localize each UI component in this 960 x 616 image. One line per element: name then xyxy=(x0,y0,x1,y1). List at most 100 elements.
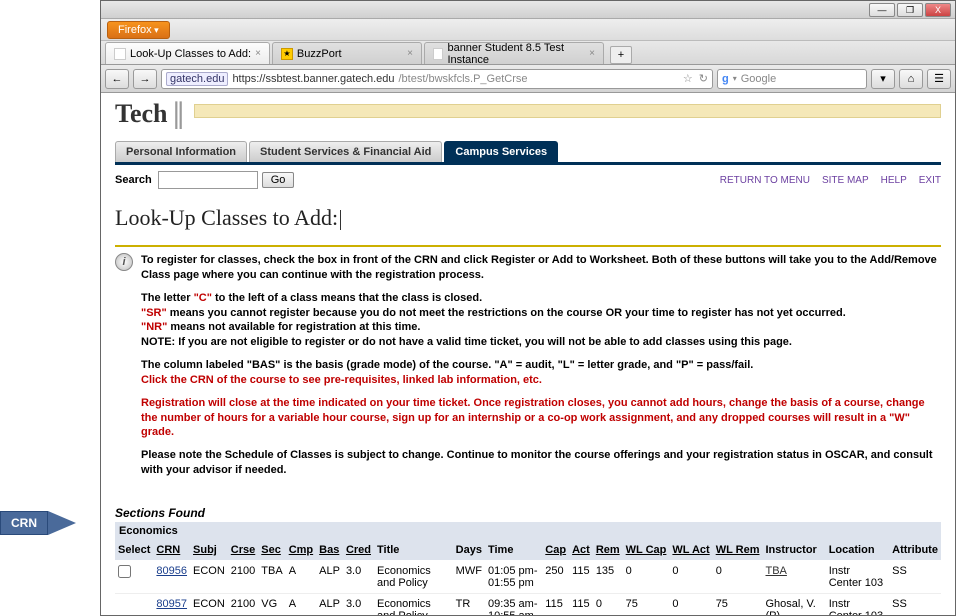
col-cap[interactable]: Cap xyxy=(542,540,569,561)
tab-strip: Look-Up Classes to Add: × ★ BuzzPort × b… xyxy=(101,41,955,65)
cell-subj: ECON xyxy=(190,593,228,615)
tab-title: banner Student 8.5 Test Instance xyxy=(447,42,585,66)
results-table: Select CRN Subj Crse Sec Cmp Bas Cred Ti… xyxy=(115,540,941,615)
col-cmp[interactable]: Cmp xyxy=(286,540,316,561)
tab-personal-info[interactable]: Personal Information xyxy=(115,141,247,162)
annotation-label: CRN xyxy=(0,511,48,535)
col-instructor: Instructor xyxy=(763,540,826,561)
cell-location: Instr Center 103 xyxy=(826,593,889,615)
subject-heading: Economics xyxy=(115,522,941,540)
window-close[interactable]: X xyxy=(925,3,951,17)
cell-location: Instr Center 103 xyxy=(826,560,889,593)
link-site-map[interactable]: SITE MAP xyxy=(822,175,869,186)
info-bas: The column labeled "BAS" is the basis (g… xyxy=(141,358,941,388)
cell-crse: 2100 xyxy=(228,560,258,593)
banner-stripe xyxy=(194,104,942,118)
col-wlcap[interactable]: WL Cap xyxy=(623,540,670,561)
tab-buzzport[interactable]: ★ BuzzPort × xyxy=(272,42,422,64)
google-icon: g xyxy=(722,73,729,85)
col-crse[interactable]: Crse xyxy=(228,540,258,561)
link-return-to-menu[interactable]: RETURN TO MENU xyxy=(720,175,810,186)
col-rem[interactable]: Rem xyxy=(593,540,623,561)
cell-time: 09:35 am-10:55 am xyxy=(485,593,542,615)
cell-sec: TBA xyxy=(258,560,285,593)
bookmark-star-icon[interactable]: ☆ xyxy=(683,72,693,85)
tab-title: BuzzPort xyxy=(297,48,342,60)
cell-subj: ECON xyxy=(190,560,228,593)
site-identity-badge[interactable]: gatech.edu xyxy=(166,72,228,86)
bookmarks-icon[interactable]: ☰ xyxy=(927,69,951,89)
cell-cred: 3.0 xyxy=(343,560,374,593)
nav-back-button[interactable]: ← xyxy=(105,69,129,89)
window-maximize[interactable]: ❐ xyxy=(897,3,923,17)
new-tab-button[interactable]: + xyxy=(610,46,632,64)
crn-link[interactable]: 80957 xyxy=(156,598,187,610)
col-title: Title xyxy=(374,540,453,561)
home-icon[interactable]: ⌂ xyxy=(899,69,923,89)
url-field[interactable]: gatech.edu https://ssbtest.banner.gatech… xyxy=(161,69,713,89)
cell-bas: ALP xyxy=(316,560,343,593)
col-crn[interactable]: CRN xyxy=(153,540,190,561)
col-wlact[interactable]: WL Act xyxy=(669,540,712,561)
info-schedule-note: Please note the Schedule of Classes is s… xyxy=(141,448,941,478)
utility-links: RETURN TO MENU SITE MAP HELP EXIT xyxy=(720,175,941,186)
site-logo: Tech∥ xyxy=(115,93,186,141)
window-minimize[interactable]: — xyxy=(869,3,895,17)
search-label: Search xyxy=(115,174,152,186)
cell-crse: 2100 xyxy=(228,593,258,615)
tab-lookup[interactable]: Look-Up Classes to Add: × xyxy=(105,42,270,64)
downloads-icon[interactable]: ▾ xyxy=(871,69,895,89)
info-icon: i xyxy=(115,253,133,271)
cell-wlact: 0 xyxy=(669,593,712,615)
cell-wlrem: 0 xyxy=(713,560,763,593)
crn-link[interactable]: 80956 xyxy=(156,565,187,577)
nav-forward-button[interactable]: → xyxy=(133,69,157,89)
tab-student-services[interactable]: Student Services & Financial Aid xyxy=(249,141,442,162)
reload-icon[interactable]: ↻ xyxy=(699,72,708,85)
search-input[interactable] xyxy=(158,171,258,189)
cell-title: Economics and Policy xyxy=(374,593,453,615)
page-favicon: ★ xyxy=(281,48,293,60)
col-act[interactable]: Act xyxy=(569,540,593,561)
cell-attribute: SS xyxy=(889,560,941,593)
cell-cmp: A xyxy=(286,560,316,593)
close-tab-icon[interactable]: × xyxy=(589,48,595,59)
tab-banner[interactable]: banner Student 8.5 Test Instance × xyxy=(424,42,604,64)
col-select: Select xyxy=(115,540,153,561)
cell-wlcap: 0 xyxy=(623,560,670,593)
cell-act: 115 xyxy=(569,593,593,615)
go-button[interactable]: Go xyxy=(262,172,295,188)
table-row: 80957ECON2100VGAALP3.0Economics and Poli… xyxy=(115,593,941,615)
cell-bas: ALP xyxy=(316,593,343,615)
select-checkbox[interactable] xyxy=(118,565,131,578)
info-p1: To register for classes, check the box i… xyxy=(141,254,937,281)
yellow-rule xyxy=(115,245,941,247)
cell-days: TR xyxy=(453,593,485,615)
close-tab-icon[interactable]: × xyxy=(255,48,261,59)
tab-campus-services[interactable]: Campus Services xyxy=(444,141,558,162)
cell-rem: 135 xyxy=(593,560,623,593)
col-location: Location xyxy=(826,540,889,561)
col-wlrem[interactable]: WL Rem xyxy=(713,540,763,561)
col-subj[interactable]: Subj xyxy=(190,540,228,561)
instructor[interactable]: TBA xyxy=(766,565,787,577)
browser-search-field[interactable]: g▾ Google xyxy=(717,69,867,89)
cell-rem: 0 xyxy=(593,593,623,615)
info-closed: The letter "C" to the left of a class me… xyxy=(141,291,941,350)
link-exit[interactable]: EXIT xyxy=(919,175,941,186)
tab-title: Look-Up Classes to Add: xyxy=(130,48,251,60)
info-registration-close: Registration will close at the time indi… xyxy=(141,396,941,441)
close-tab-icon[interactable]: × xyxy=(407,48,413,59)
firefox-menu-button[interactable]: Firefox xyxy=(107,21,170,39)
table-row: 80956ECON2100TBAAALP3.0Economics and Pol… xyxy=(115,560,941,593)
col-sec[interactable]: Sec xyxy=(258,540,285,561)
cell-title: Economics and Policy xyxy=(374,560,453,593)
window-titlebar: — ❐ X xyxy=(101,1,955,19)
cell-cap: 250 xyxy=(542,560,569,593)
sections-found-heading: Sections Found xyxy=(115,506,941,520)
cell-act: 115 xyxy=(569,560,593,593)
col-bas[interactable]: Bas xyxy=(316,540,343,561)
page-favicon xyxy=(114,48,126,60)
link-help[interactable]: HELP xyxy=(881,175,907,186)
col-cred[interactable]: Cred xyxy=(343,540,374,561)
